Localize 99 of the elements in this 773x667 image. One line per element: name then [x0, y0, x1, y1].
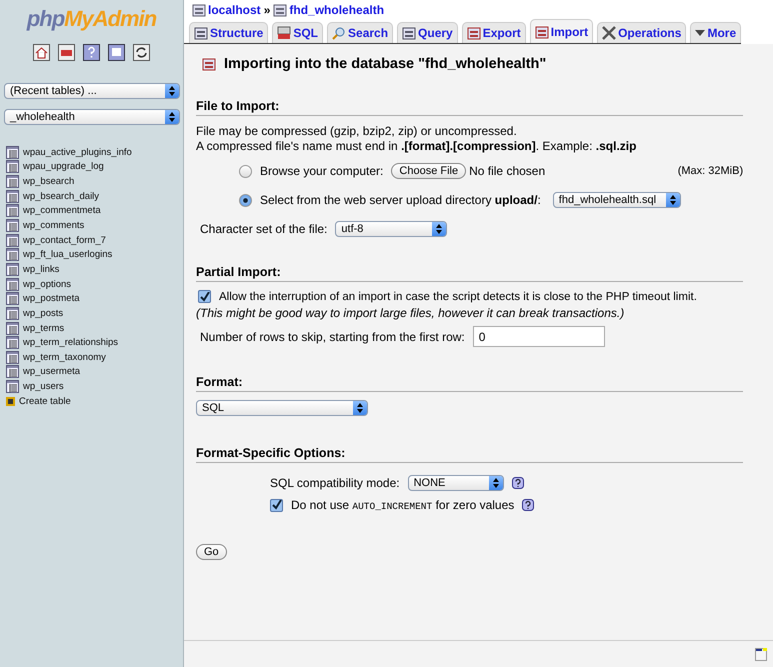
tools-icon — [602, 26, 616, 40]
auto-increment-label: Do not use AUTO_INCREMENT for zero values — [291, 498, 514, 512]
table-link[interactable]: wp_contact_form_7 — [23, 234, 106, 246]
table-icon — [6, 365, 19, 378]
section-title: Format: — [196, 375, 744, 392]
table-icon — [6, 204, 19, 218]
file-status: No file chosen — [469, 164, 546, 178]
max-size-note: (Max: 32MiB) — [678, 165, 744, 177]
export-icon — [466, 26, 481, 40]
section-title: Partial Import: — [196, 265, 744, 282]
table-link[interactable]: wp_terms — [23, 322, 64, 334]
tab[interactable]: Search — [327, 22, 394, 43]
go-button[interactable]: Go — [196, 544, 227, 560]
table-icon — [6, 350, 19, 364]
table-link[interactable]: wp_bsearch — [23, 176, 74, 188]
search-icon — [332, 26, 346, 40]
home-icon[interactable] — [33, 44, 50, 61]
table-link[interactable]: wp_usermeta — [23, 366, 80, 378]
table-icon — [6, 190, 19, 203]
table-link[interactable]: wp_ft_lua_userlogins — [23, 249, 112, 260]
browse-label: Browse your computer: — [260, 164, 384, 178]
up-down-arrows-icon — [670, 195, 676, 205]
up-down-arrows-icon — [169, 112, 175, 122]
create-table-link[interactable]: Create table — [19, 396, 71, 407]
database-select[interactable]: _wholehealth — [4, 109, 180, 125]
upload-dir-label: Select from the web server upload directory upload/: — [260, 193, 541, 207]
help-icon[interactable] — [522, 499, 534, 511]
upload-dir-radio[interactable] — [239, 194, 252, 206]
table-link[interactable]: wp_links — [23, 264, 60, 275]
compression-note: File may be compressed (gzip, bzip2, zip) or uncompressed. — [196, 124, 518, 139]
upload-file-select[interactable]: fhd_wholehealth.sql — [552, 192, 681, 208]
table-icon — [6, 292, 19, 306]
table-link[interactable]: wpau_active_plugins_info — [23, 146, 132, 158]
format-select[interactable]: SQL — [196, 400, 368, 416]
compat-mode-select[interactable]: NONE — [408, 475, 504, 491]
table-icon — [6, 306, 19, 320]
server-link[interactable]: localhost — [192, 3, 261, 17]
up-down-arrows-icon — [492, 478, 499, 488]
choose-file-button[interactable]: Choose File — [391, 163, 466, 179]
new-table-icon — [6, 396, 15, 406]
table-link[interactable]: wp_term_relationships — [23, 337, 118, 348]
table-icon — [6, 234, 19, 247]
help-icon[interactable] — [512, 477, 524, 489]
table-icon — [6, 160, 19, 174]
table-link[interactable]: wp_postmeta — [23, 293, 80, 304]
table-link[interactable]: wpau_upgrade_log — [23, 161, 104, 172]
breadcrumb-separator: » — [264, 3, 270, 17]
table-link[interactable]: wp_term_taxonomy — [23, 352, 106, 363]
table-icon — [6, 219, 19, 232]
table-link[interactable]: wp_commentmeta — [23, 205, 101, 216]
filename-note: A compressed file's name must end in .[format].[compression]. Example: .sql.zip — [196, 139, 638, 154]
up-down-arrows-icon — [436, 224, 442, 234]
skip-rows-field[interactable]: 0 — [472, 326, 605, 347]
compat-mode-label: SQL compatibility mode: — [270, 476, 400, 490]
table-icon — [6, 336, 19, 350]
tab[interactable]: Structure — [189, 22, 268, 43]
sql-window-icon[interactable] — [58, 44, 75, 61]
browse-radio[interactable] — [239, 164, 252, 178]
tab[interactable]: Operations — [597, 22, 686, 43]
tab[interactable]: Import — [530, 19, 594, 43]
table-icon — [6, 175, 19, 188]
skip-rows-label: Number of rows to skip, starting from the first row: — [200, 330, 465, 344]
table-icon — [6, 380, 19, 394]
help-icon[interactable] — [83, 44, 100, 61]
page-heading: Importing into the database "fhd_wholehealth" — [224, 56, 546, 72]
interrupt-label: Allow the interruption of an import in case the script detects it is close to the PHP timeout limit. — [219, 290, 697, 302]
sql-icon — [277, 26, 292, 40]
structure-icon — [194, 26, 208, 40]
recent-tables-select[interactable]: (Recent tables) ... — [4, 83, 180, 99]
section-title: Format-Specific Options: — [196, 446, 744, 463]
table-link[interactable]: wp_comments — [23, 220, 84, 232]
charset-select[interactable]: utf-8 — [335, 221, 448, 237]
table-link[interactable]: wp_options — [23, 278, 72, 290]
table-icon — [6, 248, 19, 262]
charset-label: Character set of the file: — [200, 222, 328, 236]
auto-increment-checkbox[interactable] — [270, 498, 283, 512]
console-icon[interactable] — [755, 648, 768, 660]
import-icon — [202, 57, 216, 71]
partial-import-hint: (This might be good way to import large files, however it can break transactions.) — [196, 306, 626, 321]
caret-icon — [695, 29, 706, 37]
table-link[interactable]: wp_bsearch_daily — [23, 190, 100, 202]
tab[interactable]: More — [690, 22, 742, 43]
table-icon — [6, 146, 19, 159]
tab[interactable]: Export — [462, 22, 526, 43]
table-icon — [6, 262, 19, 276]
tab[interactable]: SQL — [272, 22, 324, 43]
table-icon — [6, 322, 19, 334]
up-down-arrows-icon — [169, 86, 175, 96]
table-link[interactable]: wp_posts — [23, 308, 64, 319]
import-icon — [534, 24, 549, 38]
logo: phpMyAdmin — [26, 6, 158, 32]
interrupt-checkbox[interactable] — [198, 290, 211, 303]
reload-icon[interactable] — [133, 44, 150, 61]
table-link[interactable]: wp_users — [23, 381, 64, 392]
table-icon — [6, 278, 19, 291]
tab[interactable]: Query — [397, 22, 458, 43]
up-down-arrows-icon — [357, 403, 363, 413]
database-link[interactable]: fhd_wholehealth — [273, 3, 384, 17]
section-title: File to Import: — [196, 99, 744, 116]
